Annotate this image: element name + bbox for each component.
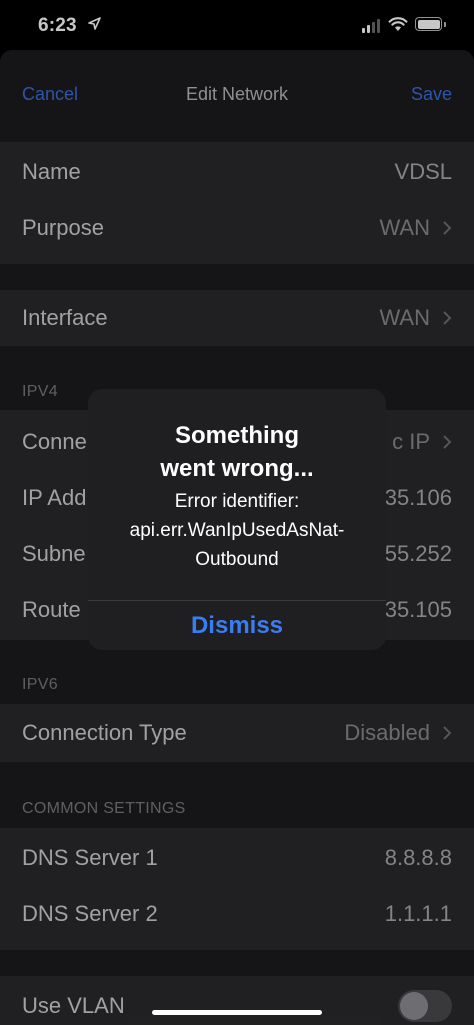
alert-message-line: Outbound <box>195 549 279 570</box>
alert-title-text: Something went wrong... <box>160 422 314 482</box>
alert-message-line: api.err.WanIpUsedAsNat- <box>129 520 345 541</box>
home-indicator[interactable] <box>152 1010 322 1015</box>
alert-title: Something went wrong... <box>88 419 386 485</box>
alert-message: Error identifier: api.err.WanIpUsedAsNat… <box>88 487 386 574</box>
alert-message-line: Error identifier: <box>174 491 300 512</box>
error-alert: Something went wrong... Error identifier… <box>88 389 386 650</box>
dismiss-button[interactable]: Dismiss <box>88 601 386 650</box>
